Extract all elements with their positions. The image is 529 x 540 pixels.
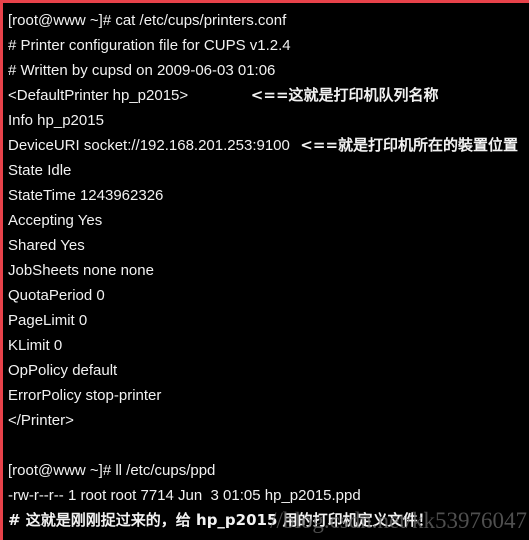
annotation-printer-queue-name: <==这就是打印机队列名称 <box>188 86 439 104</box>
terminal-line-klimit: KLimit 0 <box>8 333 529 358</box>
terminal-line-text: -rw-r--r-- 1 root root 7714 Jun 3 01:05 … <box>8 487 361 504</box>
terminal-line-prompt-cat: [root@www ~]# cat /etc/cups/printers.con… <box>8 8 529 33</box>
terminal-line-comment-ppd-description: # 这就是刚刚捉过来的，给 hp_p2015 用的打印机定义文件！ <box>8 508 529 533</box>
terminal-line-accepting: Accepting Yes <box>8 208 529 233</box>
terminal-line-text: # 这就是刚刚捉过来的，给 hp_p2015 用的打印机定义文件！ <box>8 511 433 529</box>
terminal-line-job-sheets: JobSheets none none <box>8 258 529 283</box>
terminal-window: [root@www ~]# cat /etc/cups/printers.con… <box>0 0 529 540</box>
terminal-output[interactable]: [root@www ~]# cat /etc/cups/printers.con… <box>3 3 529 540</box>
terminal-line-quota-period: QuotaPeriod 0 <box>8 283 529 308</box>
annotation-device-location: <==就是打印机所在的裝置位置 <box>289 136 519 154</box>
terminal-line-text: </Printer> <box>8 412 74 429</box>
terminal-line-printer-close-tag: </Printer> <box>8 408 529 433</box>
terminal-line-state: State Idle <box>8 158 529 183</box>
terminal-line-text: OpPolicy default <box>8 362 118 379</box>
terminal-line-ppd-listing: -rw-r--r-- 1 root root 7714 Jun 3 01:05 … <box>8 483 529 508</box>
terminal-line-comment-written-by: # Written by cupsd on 2009-06-03 01:06 <box>8 58 529 83</box>
terminal-line-text: # Written by cupsd on 2009-06-03 01:06 <box>8 62 276 79</box>
terminal-line-text: JobSheets none none <box>8 262 154 279</box>
terminal-line-error-policy: ErrorPolicy stop-printer <box>8 383 529 408</box>
terminal-line-device-uri: DeviceURI socket://192.168.201.253:9100 … <box>8 133 529 158</box>
terminal-line-text: # Printer configuration file for CUPS v1… <box>8 37 291 54</box>
terminal-line-text: State Idle <box>8 162 72 179</box>
terminal-line-text: StateTime 1243962326 <box>8 187 164 204</box>
terminal-line-text: ErrorPolicy stop-printer <box>8 387 162 404</box>
terminal-line-text: DeviceURI socket://192.168.201.253:9100 <box>8 137 290 154</box>
terminal-line-comment-cups-version: # Printer configuration file for CUPS v1… <box>8 33 529 58</box>
terminal-line-text: [root@www ~]# ll /etc/cups/ppd <box>8 462 216 479</box>
terminal-line-prompt-ll: [root@www ~]# ll /etc/cups/ppd <box>8 458 529 483</box>
terminal-line-text: PageLimit 0 <box>8 312 88 329</box>
terminal-line-info: Info hp_p2015 <box>8 108 529 133</box>
terminal-line-text: KLimit 0 <box>8 337 63 354</box>
terminal-line-text: [root@www ~]# cat /etc/cups/printers.con… <box>8 12 287 29</box>
terminal-line-text: <DefaultPrinter hp_p2015> <box>8 87 189 104</box>
terminal-line-default-printer: <DefaultPrinter hp_p2015> <==这就是打印机队列名称 <box>8 83 529 108</box>
terminal-line-op-policy: OpPolicy default <box>8 358 529 383</box>
terminal-line-state-time: StateTime 1243962326 <box>8 183 529 208</box>
terminal-line-text: QuotaPeriod 0 <box>8 287 105 304</box>
terminal-line-text: Info hp_p2015 <box>8 112 104 129</box>
terminal-line-shared: Shared Yes <box>8 233 529 258</box>
terminal-line-page-limit: PageLimit 0 <box>8 308 529 333</box>
terminal-line-text: Accepting Yes <box>8 212 103 229</box>
terminal-line-text: Shared Yes <box>8 237 85 254</box>
